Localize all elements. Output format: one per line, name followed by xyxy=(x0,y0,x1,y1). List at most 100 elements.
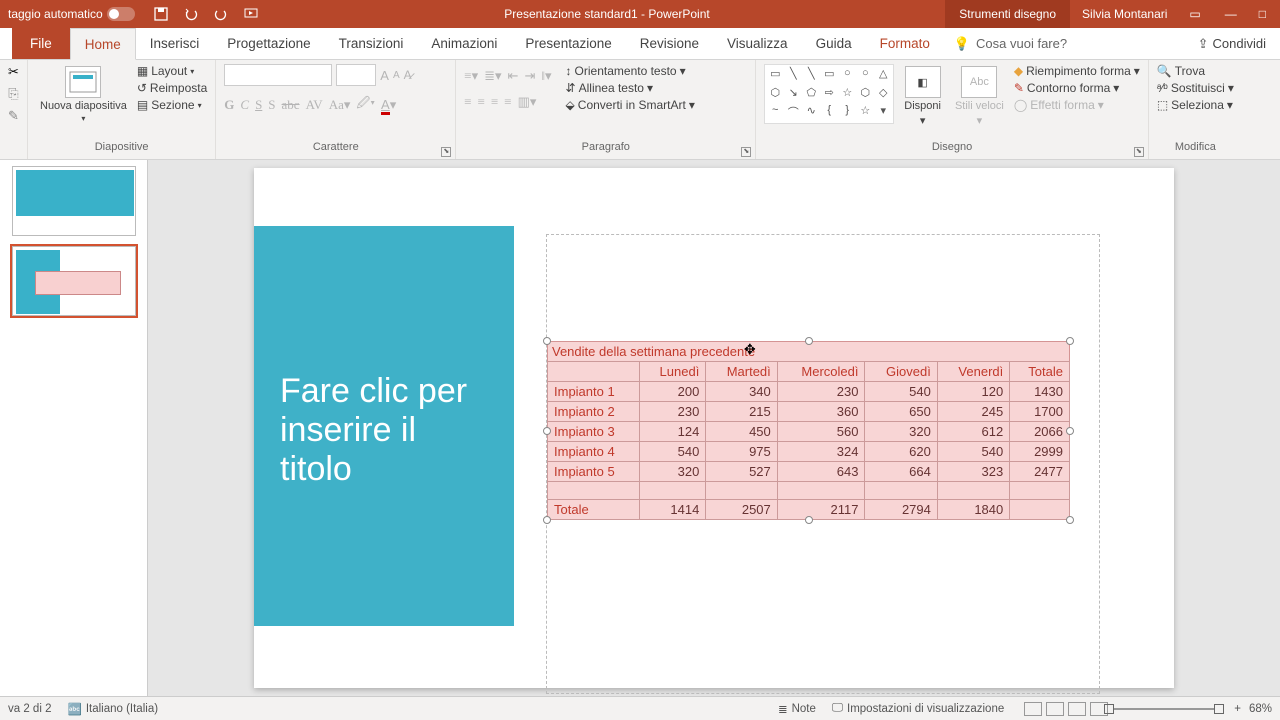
reset-button[interactable]: ↺Reimposta xyxy=(137,81,207,95)
section-button[interactable]: ▤Sezione ▾ xyxy=(137,98,207,112)
outline-icon: ✎ xyxy=(1014,81,1024,95)
draw-dialog-icon[interactable]: ⬊ xyxy=(1134,147,1144,157)
shape-effects-button[interactable]: ◯Effetti forma▾ xyxy=(1014,98,1140,112)
new-slide-button[interactable]: Nuova diapositiva▾ xyxy=(36,64,131,125)
save-icon[interactable] xyxy=(153,6,169,22)
grow-font-icon[interactable]: A xyxy=(380,68,389,83)
line-spacing-icon[interactable]: ‖▾ xyxy=(541,68,551,84)
tab-formato[interactable]: Formato xyxy=(866,28,944,59)
shrink-font-icon[interactable]: A xyxy=(393,70,400,81)
tab-transizioni[interactable]: Transizioni xyxy=(325,28,418,59)
embedded-table[interactable]: Vendite della settimana precedente Luned… xyxy=(547,341,1070,520)
title-placeholder[interactable]: Fare clic per inserire il titolo xyxy=(280,372,488,489)
font-size-combo[interactable] xyxy=(336,64,376,86)
replace-button[interactable]: ᵃ⁄ᵇSostituisci▾ xyxy=(1157,81,1234,95)
font-color-button[interactable]: A▾ xyxy=(381,97,396,113)
group-editing: 🔍Trova ᵃ⁄ᵇSostituisci▾ ⬚Seleziona▾ Modif… xyxy=(1149,60,1242,159)
strike-button[interactable]: abc xyxy=(282,97,300,113)
slide-canvas[interactable]: Fare clic per inserire il titolo Vendite… xyxy=(148,160,1280,696)
display-settings-button[interactable]: 🖵Impostazioni di visualizzazione xyxy=(832,702,1004,715)
clear-format-icon[interactable]: A̷ xyxy=(404,68,412,82)
tab-visualizza[interactable]: Visualizza xyxy=(713,28,802,59)
tab-presentazione[interactable]: Presentazione xyxy=(511,28,625,59)
font-name-combo[interactable] xyxy=(224,64,332,86)
reading-view-icon[interactable] xyxy=(1068,702,1086,716)
reset-icon: ↺ xyxy=(137,81,147,95)
shadow-button[interactable]: S xyxy=(268,97,275,113)
columns-icon[interactable]: ▥▾ xyxy=(518,94,537,110)
select-button[interactable]: ⬚Seleziona▾ xyxy=(1157,98,1234,112)
section-icon: ▤ xyxy=(137,98,148,112)
bold-button[interactable]: G xyxy=(224,97,234,113)
display-icon: 🖵 xyxy=(832,702,843,715)
highlight-button[interactable]: 🖉▾ xyxy=(356,94,375,116)
tell-me[interactable]: 💡 Cosa vuoi fare? xyxy=(954,28,1067,59)
replace-icon: ᵃ⁄ᵇ xyxy=(1157,81,1168,95)
spacing-button[interactable]: AV xyxy=(306,97,323,113)
tab-revisione[interactable]: Revisione xyxy=(626,28,713,59)
font-dialog-icon[interactable]: ⬊ xyxy=(441,147,451,157)
shape-gallery[interactable]: ▭╲╲▭○○△ ⬡↘⬠⇨☆⬡◇ ~⌒∿{}☆▾ xyxy=(764,64,894,124)
slide-counter[interactable]: va 2 di 2 xyxy=(8,703,51,715)
indent-dec-icon[interactable]: ⇤ xyxy=(508,68,519,84)
zoom-slider[interactable] xyxy=(1114,708,1214,710)
status-bar: va 2 di 2 🔤Italiano (Italia) ≣Note 🖵Impo… xyxy=(0,696,1280,720)
tab-progettazione[interactable]: Progettazione xyxy=(213,28,324,59)
tab-home[interactable]: Home xyxy=(70,28,136,60)
tab-animazioni[interactable]: Animazioni xyxy=(417,28,511,59)
arrange-icon: ◧ xyxy=(905,66,941,98)
language-button[interactable]: 🔤Italiano (Italia) xyxy=(67,702,158,716)
layout-button[interactable]: ▦Layout ▾ xyxy=(137,64,207,78)
sorter-view-icon[interactable] xyxy=(1046,702,1064,716)
indent-inc-icon[interactable]: ⇥ xyxy=(524,68,535,84)
align-text-button[interactable]: ⇵Allinea testo▾ xyxy=(566,81,695,95)
arrange-button[interactable]: ◧ Disponi▾ xyxy=(900,64,945,129)
para-dialog-icon[interactable]: ⬊ xyxy=(741,147,751,157)
tab-guida[interactable]: Guida xyxy=(802,28,866,59)
tab-inserisci[interactable]: Inserisci xyxy=(136,28,214,59)
ribbon: ✂ ⎘ ✎ Nuova diapositiva▾ ▦Layout ▾ ↺Reim… xyxy=(0,60,1280,160)
window-controls: — □ xyxy=(1211,7,1280,21)
numbering-icon[interactable]: ≣▾ xyxy=(484,68,501,84)
autosave-toggle[interactable]: taggio automatico xyxy=(0,7,143,21)
quick-access-toolbar xyxy=(143,6,269,22)
share-button[interactable]: ⇪ Condividi xyxy=(1198,28,1266,59)
text-direction-button[interactable]: ↕Orientamento testo▾ xyxy=(566,64,695,78)
find-button[interactable]: 🔍Trova xyxy=(1157,64,1234,78)
undo-icon[interactable] xyxy=(183,6,199,22)
tab-file[interactable]: File xyxy=(12,28,70,59)
ribbon-options-icon[interactable]: ▭ xyxy=(1189,7,1200,21)
start-show-icon[interactable] xyxy=(243,6,259,22)
content-placeholder[interactable]: Vendite della settimana precedente Luned… xyxy=(546,234,1100,694)
align-center-icon[interactable]: ≡ xyxy=(478,94,485,110)
align-left-icon[interactable]: ≡ xyxy=(464,94,471,110)
redo-icon[interactable] xyxy=(213,6,229,22)
minimize-icon[interactable]: — xyxy=(1225,7,1237,21)
italic-button[interactable]: C xyxy=(240,97,249,113)
align-right-icon[interactable]: ≡ xyxy=(491,94,498,110)
title-bar: taggio automatico Presentazione standard… xyxy=(0,0,1280,28)
zoom-value[interactable]: 68% xyxy=(1249,703,1272,715)
group-font: A A A̷ G C S S abc AV Aa▾ 🖉▾ A▾ Caratter… xyxy=(216,60,456,159)
copy-icon[interactable]: ⎘ xyxy=(8,86,18,102)
shape-fill-button[interactable]: ◆Riempimento forma▾ xyxy=(1014,64,1140,78)
table-row: Impianto 53205276436643232477 xyxy=(548,462,1070,482)
quick-styles-button[interactable]: Abc Stili veloci▾ xyxy=(951,64,1008,129)
case-button[interactable]: Aa▾ xyxy=(329,97,351,113)
underline-button[interactable]: S xyxy=(255,97,262,113)
quick-styles-icon: Abc xyxy=(961,66,997,98)
thumbnail-1[interactable] xyxy=(12,166,136,236)
paint-icon[interactable]: ✎ xyxy=(8,108,19,124)
user-name[interactable]: Silvia Montanari xyxy=(1070,7,1179,21)
thumbnail-2[interactable] xyxy=(12,246,136,316)
maximize-icon[interactable]: □ xyxy=(1259,7,1266,21)
shape-outline-button[interactable]: ✎Contorno forma▾ xyxy=(1014,81,1140,95)
notes-button[interactable]: ≣Note xyxy=(778,702,816,716)
smartart-button[interactable]: ⬙Converti in SmartArt▾ xyxy=(566,98,695,112)
cut-icon[interactable]: ✂ xyxy=(8,64,19,80)
normal-view-icon[interactable] xyxy=(1024,702,1042,716)
bullets-icon[interactable]: ≡▾ xyxy=(464,68,478,84)
ribbon-tabs: File Home Inserisci Progettazione Transi… xyxy=(0,28,1280,60)
group-drawing: ▭╲╲▭○○△ ⬡↘⬠⇨☆⬡◇ ~⌒∿{}☆▾ ◧ Disponi▾ Abc S… xyxy=(756,60,1149,159)
justify-icon[interactable]: ≡ xyxy=(504,94,511,110)
